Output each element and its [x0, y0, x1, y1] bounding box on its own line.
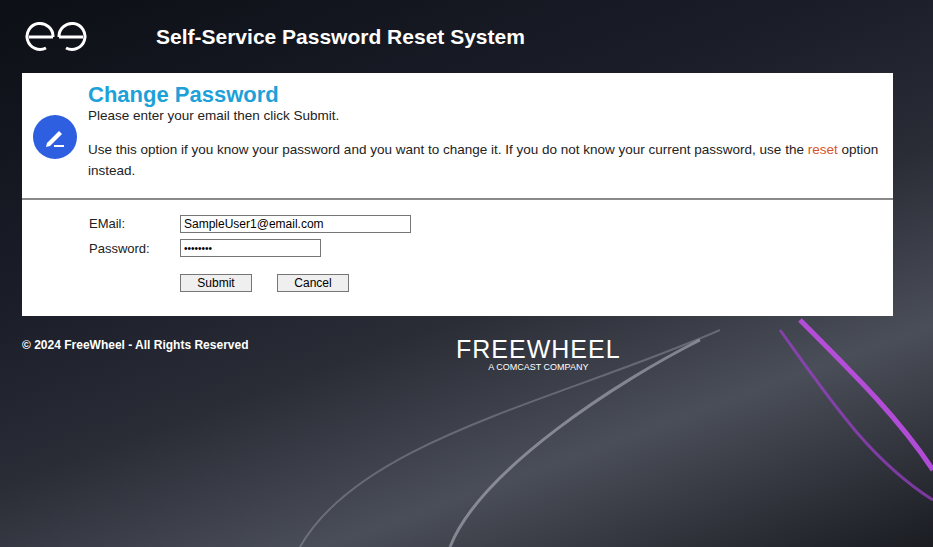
panel-title: Change Password: [88, 82, 883, 108]
panel-header: Change Password Please enter your email …: [22, 73, 893, 200]
brand-tagline: A COMCAST COMPANY: [488, 362, 588, 373]
header: Self-Service Password Reset System: [0, 0, 933, 73]
reset-link[interactable]: reset: [808, 142, 838, 157]
brand-logo: FREEWHEEL A COMCAST COMPANY: [456, 336, 621, 373]
cancel-button[interactable]: Cancel: [277, 274, 349, 292]
email-input[interactable]: [180, 215, 411, 233]
page: Self-Service Password Reset System Chang…: [0, 0, 933, 547]
copyright: © 2024 FreeWheel - All Rights Reserved: [22, 336, 442, 354]
logo-icon: [25, 21, 87, 53]
form: EMail: Password: Submit Cancel: [22, 200, 893, 316]
brand-name: FREEWHEEL: [456, 336, 621, 362]
description-text: Use this option if you know your passwor…: [88, 139, 883, 181]
edit-icon: [33, 115, 77, 159]
footer: © 2024 FreeWheel - All Rights Reserved F…: [0, 336, 933, 373]
change-password-panel: Change Password Please enter your email …: [22, 73, 893, 316]
submit-button[interactable]: Submit: [180, 274, 252, 292]
description-before: Use this option if you know your passwor…: [88, 142, 808, 157]
instruction-text: Please enter your email then click Submi…: [88, 108, 883, 124]
page-title: Self-Service Password Reset System: [156, 21, 525, 53]
password-input[interactable]: [180, 239, 321, 257]
email-label: EMail:: [89, 214, 180, 234]
password-label: Password:: [89, 239, 180, 259]
